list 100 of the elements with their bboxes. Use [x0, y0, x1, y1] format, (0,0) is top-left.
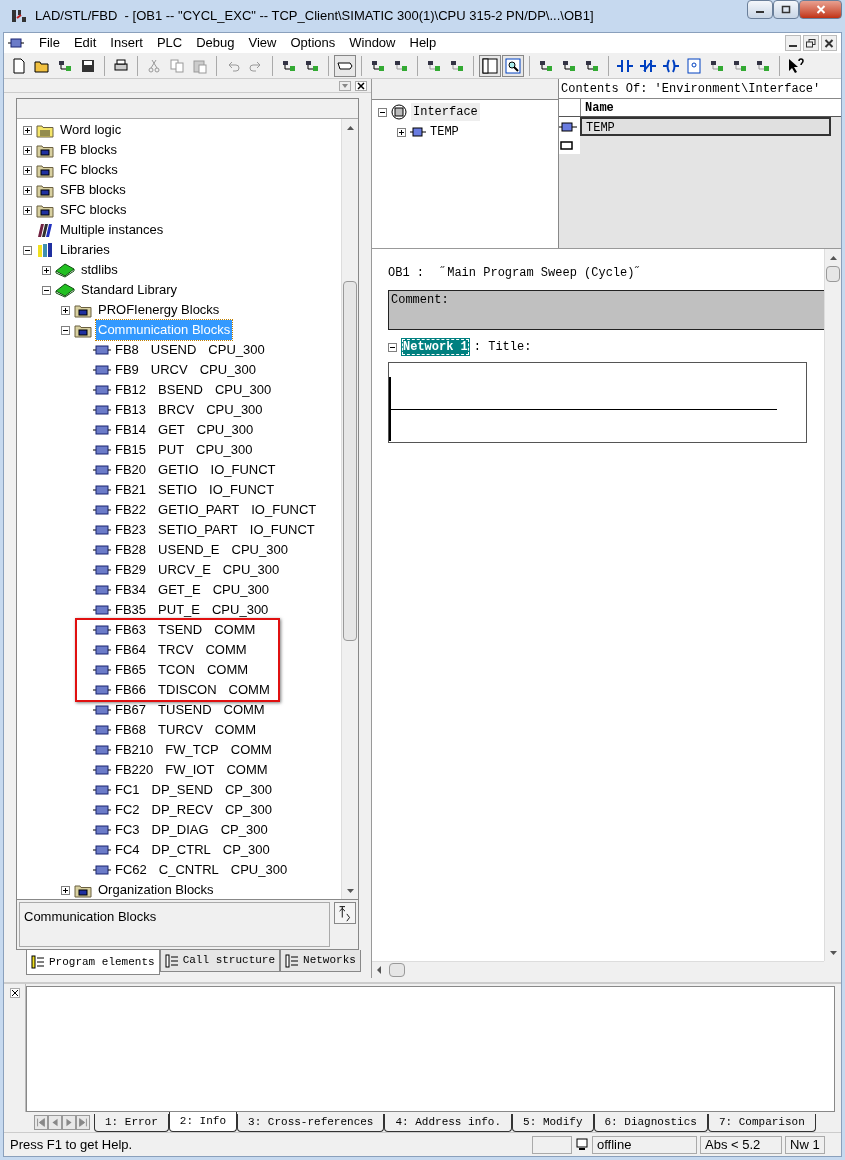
- block-entry[interactable]: FC3 DP_DIAG CP_300: [115, 820, 268, 840]
- tab-first-icon[interactable]: [34, 1115, 48, 1130]
- block-entry[interactable]: FB21 SETIO IO_FUNCT: [115, 480, 275, 500]
- block-entry[interactable]: FB13 BRCV CPU_300: [115, 400, 263, 420]
- block-entry[interactable]: FB64 TRCV COMM: [115, 640, 247, 660]
- block-entry[interactable]: FB8 USEND CPU_300: [115, 340, 265, 360]
- block-entry[interactable]: FB34 GET_E CPU_300: [115, 580, 270, 600]
- scroll-thumb[interactable]: [343, 281, 357, 641]
- scroll-down-icon[interactable]: [346, 888, 354, 893]
- close-button[interactable]: [799, 0, 842, 19]
- network-area[interactable]: [388, 362, 807, 443]
- expand-icon[interactable]: [23, 145, 32, 155]
- comment-box[interactable]: Comment:: [388, 290, 824, 330]
- scroll-up-icon[interactable]: [346, 125, 354, 130]
- scroll-up-icon[interactable]: [829, 255, 837, 260]
- block-entry[interactable]: FB14 GET CPU_300: [115, 420, 254, 440]
- tab-last-icon[interactable]: [76, 1115, 90, 1130]
- block-entry[interactable]: FB12 BSEND CPU_300: [115, 380, 272, 400]
- scroll-thumb[interactable]: [826, 266, 840, 282]
- block-entry[interactable]: FB9 URCV CPU_300: [115, 360, 257, 380]
- scroll-thumb[interactable]: [389, 963, 405, 977]
- close-button[interactable]: [821, 35, 837, 51]
- menu-item[interactable]: Insert: [103, 33, 150, 53]
- expand-icon[interactable]: [397, 127, 406, 137]
- tab-next-icon[interactable]: [62, 1115, 76, 1130]
- output-tab[interactable]: 2: Info: [168, 1112, 238, 1132]
- tree-item[interactable]: TEMP: [430, 123, 459, 141]
- scrollbar[interactable]: [824, 249, 841, 961]
- panel-tab[interactable]: Call structure: [159, 950, 281, 972]
- block-entry[interactable]: FC62 C_CNTRL CPU_300: [115, 860, 288, 880]
- menu-item[interactable]: View: [241, 33, 284, 53]
- tree-item[interactable]: Standard Library: [79, 280, 180, 300]
- scroll-down-icon[interactable]: [829, 950, 837, 955]
- expand-icon[interactable]: [23, 165, 32, 175]
- menu-item[interactable]: Debug: [189, 33, 242, 53]
- block-entry[interactable]: FB28 USEND_E CPU_300: [115, 540, 288, 560]
- tree-item[interactable]: SFC blocks: [58, 200, 129, 220]
- expand-icon[interactable]: [23, 185, 32, 195]
- tree-item[interactable]: SFB blocks: [58, 180, 128, 200]
- collapse-icon[interactable]: [388, 342, 397, 352]
- expand-icon[interactable]: [23, 205, 32, 215]
- collapse-icon[interactable]: [378, 107, 387, 117]
- block-entry[interactable]: FC2 DP_RECV CP_300: [115, 800, 272, 820]
- menu-item[interactable]: Options: [283, 33, 343, 53]
- tab-prev-icon[interactable]: [48, 1115, 62, 1130]
- column-header[interactable]: Name: [580, 99, 841, 116]
- tree-item[interactable]: Word logic: [58, 120, 124, 140]
- tree-item[interactable]: Organization Blocks: [96, 880, 216, 899]
- collapse-icon[interactable]: [42, 285, 51, 295]
- block-entry[interactable]: FB35 PUT_E CPU_300: [115, 600, 269, 620]
- zoom-view-icon[interactable]: [502, 54, 524, 77]
- output-tab[interactable]: 6: Diagnostics: [593, 1114, 708, 1132]
- panel-tab[interactable]: Program elements: [26, 950, 160, 975]
- output-tab[interactable]: 4: Address info.: [384, 1114, 513, 1132]
- scrollbar[interactable]: [341, 119, 358, 899]
- output-tab[interactable]: 5: Modify: [512, 1114, 594, 1132]
- tree-item[interactable]: Multiple instances: [58, 220, 166, 240]
- menu-item[interactable]: Help: [402, 33, 444, 53]
- tree-item[interactable]: FC blocks: [58, 160, 120, 180]
- menu-item[interactable]: Edit: [66, 33, 104, 53]
- minimize-button[interactable]: [747, 0, 773, 19]
- maximize-button[interactable]: [773, 0, 799, 19]
- block-entry[interactable]: FB22 GETIO_PART IO_FUNCT: [115, 500, 317, 520]
- block-entry[interactable]: FB220 FW_IOT COMM: [115, 760, 268, 780]
- collapse-icon[interactable]: [23, 245, 32, 255]
- overview-icon[interactable]: [479, 54, 501, 77]
- output-tab[interactable]: 7: Comparison: [707, 1114, 816, 1132]
- output-tab[interactable]: 1: Error: [94, 1114, 169, 1132]
- block-entry[interactable]: FB15 PUT CPU_300: [115, 440, 253, 460]
- block-entry[interactable]: FB20 GETIO IO_FUNCT: [115, 460, 276, 480]
- expand-icon[interactable]: [61, 885, 70, 895]
- block-entry[interactable]: FC1 DP_SEND CP_300: [115, 780, 272, 800]
- block-entry[interactable]: FB68 TURCV COMM: [115, 720, 257, 740]
- output-tab[interactable]: 3: Cross-references: [237, 1114, 385, 1132]
- collapse-icon[interactable]: [61, 325, 70, 335]
- network-label[interactable]: Network 1: [401, 338, 470, 356]
- tree-item[interactable]: PROFIenergy Blocks: [96, 300, 222, 320]
- close-icon[interactable]: [355, 80, 367, 91]
- close-icon[interactable]: [9, 988, 20, 998]
- expand-icon[interactable]: [61, 305, 70, 315]
- panel-tab[interactable]: Networks: [280, 950, 361, 972]
- block-entry[interactable]: FB23 SETIO_PART IO_FUNCT: [115, 520, 315, 540]
- block-entry[interactable]: FB29 URCV_E CPU_300: [115, 560, 280, 580]
- menu-item[interactable]: Window: [342, 33, 403, 53]
- minimize-button[interactable]: [785, 35, 801, 51]
- table-cell[interactable]: TEMP: [580, 117, 831, 136]
- restore-button[interactable]: [803, 35, 819, 51]
- block-entry[interactable]: FB63 TSEND COMM: [115, 620, 256, 640]
- tree-item[interactable]: stdlibs: [79, 260, 120, 280]
- block-entry[interactable]: FC4 DP_CTRL CP_300: [115, 840, 270, 860]
- tree-item[interactable]: Libraries: [58, 240, 112, 260]
- block-entry[interactable]: FB66 TDISCON COMM: [115, 680, 270, 700]
- menu-item[interactable]: PLC: [149, 33, 190, 53]
- expand-icon[interactable]: [23, 125, 32, 135]
- pin-icon[interactable]: [334, 902, 356, 924]
- block-entry[interactable]: FB67 TUSEND COMM: [115, 700, 265, 720]
- dropdown-arrow-icon[interactable]: [339, 80, 351, 91]
- expand-icon[interactable]: [42, 265, 51, 275]
- tree-item[interactable]: Interface: [411, 103, 480, 121]
- block-entry[interactable]: FB210 FW_TCP COMM: [115, 740, 272, 760]
